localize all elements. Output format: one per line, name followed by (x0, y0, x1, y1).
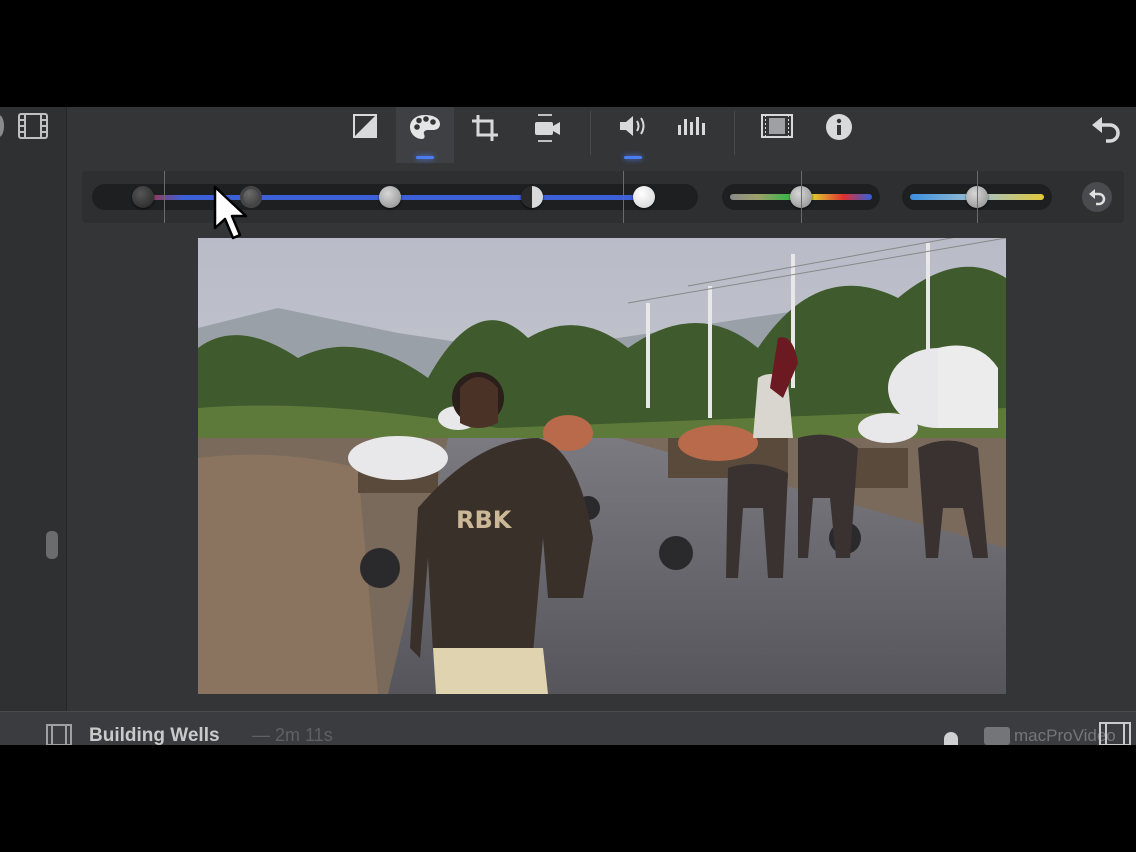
clip-filter-icon (761, 114, 793, 138)
stabilization-button[interactable] (518, 107, 576, 163)
video-frame-image: RBK (198, 238, 1006, 694)
color-balance-button[interactable] (336, 107, 394, 163)
active-indicator (624, 156, 642, 159)
project-title: Building Wells (89, 725, 220, 745)
toolbar-separator (590, 111, 591, 155)
media-browser-pane (0, 107, 67, 711)
undo-arrow-icon[interactable] (1090, 113, 1122, 145)
project-duration: — 2m 11s (252, 725, 333, 745)
svg-text:RBK: RBK (456, 506, 513, 534)
project-bar: Building Wells — 2m 11s macProVideo (0, 711, 1136, 745)
info-button[interactable] (810, 107, 868, 163)
info-icon (826, 114, 852, 140)
mouse-pointer-icon (213, 185, 248, 240)
watermark: macProVideo (984, 726, 1116, 745)
crop-button[interactable] (456, 107, 514, 163)
volume-icon (620, 116, 645, 136)
color-correction-palette-icon (410, 115, 440, 139)
shadows-knob[interactable] (132, 186, 154, 208)
left-edge-handle[interactable] (0, 115, 4, 137)
brightness-knob[interactable] (379, 186, 401, 208)
toolbar-separator (734, 111, 735, 155)
clip-filter-button[interactable] (748, 107, 806, 163)
pane-resize-handle[interactable] (46, 531, 58, 559)
saturation-center-marker (801, 171, 802, 223)
macprovideo-logo-icon (984, 727, 1010, 745)
project-film-icon[interactable] (46, 724, 72, 745)
film-icon[interactable] (18, 113, 48, 139)
contrast-knob[interactable] (521, 186, 543, 208)
video-viewer[interactable]: RBK (198, 238, 1006, 694)
timeline-zoom-slider-knob[interactable] (944, 732, 958, 745)
crop-icon (472, 115, 498, 141)
equalizer-icon (678, 117, 705, 135)
equalizer-button[interactable] (663, 107, 721, 163)
active-indicator (416, 156, 434, 159)
imovie-window: RBK Building Wells — 2m 11s macProVideo (0, 107, 1136, 745)
stabilization-camera-icon (535, 114, 560, 142)
reset-arrow-icon (1089, 189, 1106, 206)
adjustments-toolbar (66, 107, 1136, 163)
range-marker-left (164, 171, 165, 223)
timeline-film-icon[interactable] (1099, 722, 1131, 745)
temperature-center-marker (977, 171, 978, 223)
color-balance-icon (353, 114, 377, 138)
exposure-levels-track[interactable] (92, 184, 698, 210)
volume-button[interactable] (604, 107, 662, 163)
highlights-knob[interactable] (633, 186, 655, 208)
color-correction-button[interactable] (396, 107, 454, 163)
range-marker-right (623, 171, 624, 223)
reset-button[interactable] (1082, 182, 1112, 212)
